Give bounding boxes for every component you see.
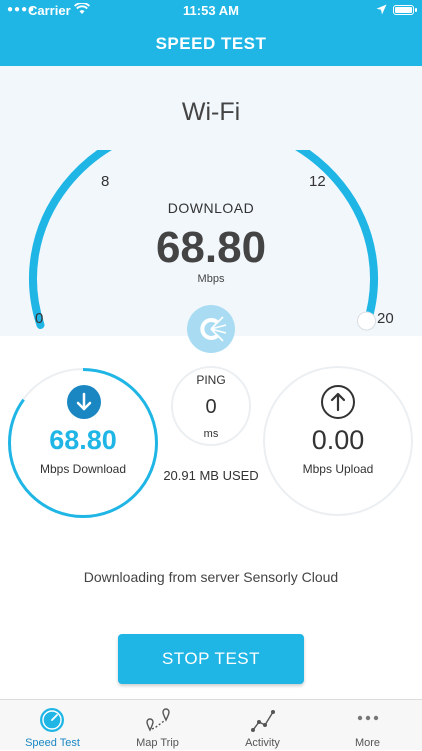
tab-speed-test[interactable]: Speed Test bbox=[0, 700, 105, 751]
gauge-tick-8: 8 bbox=[101, 173, 110, 190]
tab-label: Map Trip bbox=[136, 737, 179, 749]
gauge-tick-12: 12 bbox=[309, 173, 326, 190]
upload-label: Mbps Upload bbox=[302, 462, 374, 476]
gauge-unit: Mbps bbox=[197, 273, 225, 285]
battery-icon bbox=[393, 5, 417, 15]
gauge-label: DOWNLOAD bbox=[167, 200, 255, 216]
ping-value: 0 bbox=[205, 396, 217, 418]
app-header: ●●●● Carrier 11:53 AM SPEED TEST bbox=[0, 0, 422, 66]
tab-more[interactable]: More bbox=[315, 700, 420, 751]
status-time: 11:53 AM bbox=[183, 3, 239, 18]
tab-bar: Speed Test Map Trip Activity More bbox=[0, 699, 422, 750]
tab-activity[interactable]: Activity bbox=[210, 700, 315, 751]
ping-label: PING bbox=[196, 373, 226, 387]
more-icon bbox=[357, 715, 379, 721]
gauge-tick-0: 0 bbox=[35, 310, 44, 327]
network-type: Wi-Fi bbox=[181, 98, 241, 126]
map-trip-icon bbox=[146, 708, 170, 732]
tab-label: Speed Test bbox=[25, 737, 80, 749]
stop-test-button[interactable]: STOP TEST bbox=[118, 634, 304, 684]
gauge-tick-20: 20 bbox=[377, 310, 394, 327]
location-arrow-icon bbox=[376, 3, 387, 18]
sensorly-logo-icon bbox=[187, 305, 235, 353]
gauge-needle-knob bbox=[357, 311, 376, 331]
tab-map-trip[interactable]: Map Trip bbox=[105, 700, 210, 751]
tab-label: Activity bbox=[245, 737, 280, 749]
upload-value: 0.00 bbox=[311, 425, 365, 455]
status-bar: ●●●● Carrier 11:53 AM bbox=[0, 0, 422, 22]
tab-label: More bbox=[354, 737, 381, 749]
upload-arrow-icon bbox=[321, 385, 355, 419]
ping-unit: ms bbox=[203, 428, 219, 440]
activity-icon bbox=[251, 710, 275, 732]
server-status: Downloading from server Sensorly Cloud bbox=[83, 569, 339, 585]
page-title: SPEED TEST bbox=[155, 34, 267, 53]
speedometer-icon bbox=[40, 708, 64, 732]
download-label: Mbps Download bbox=[39, 462, 127, 476]
data-used: 20.91 MB USED bbox=[163, 468, 259, 483]
download-arrow-icon bbox=[67, 385, 101, 419]
gauge-value: 68.80 bbox=[155, 223, 267, 272]
download-value: 68.80 bbox=[49, 425, 117, 455]
